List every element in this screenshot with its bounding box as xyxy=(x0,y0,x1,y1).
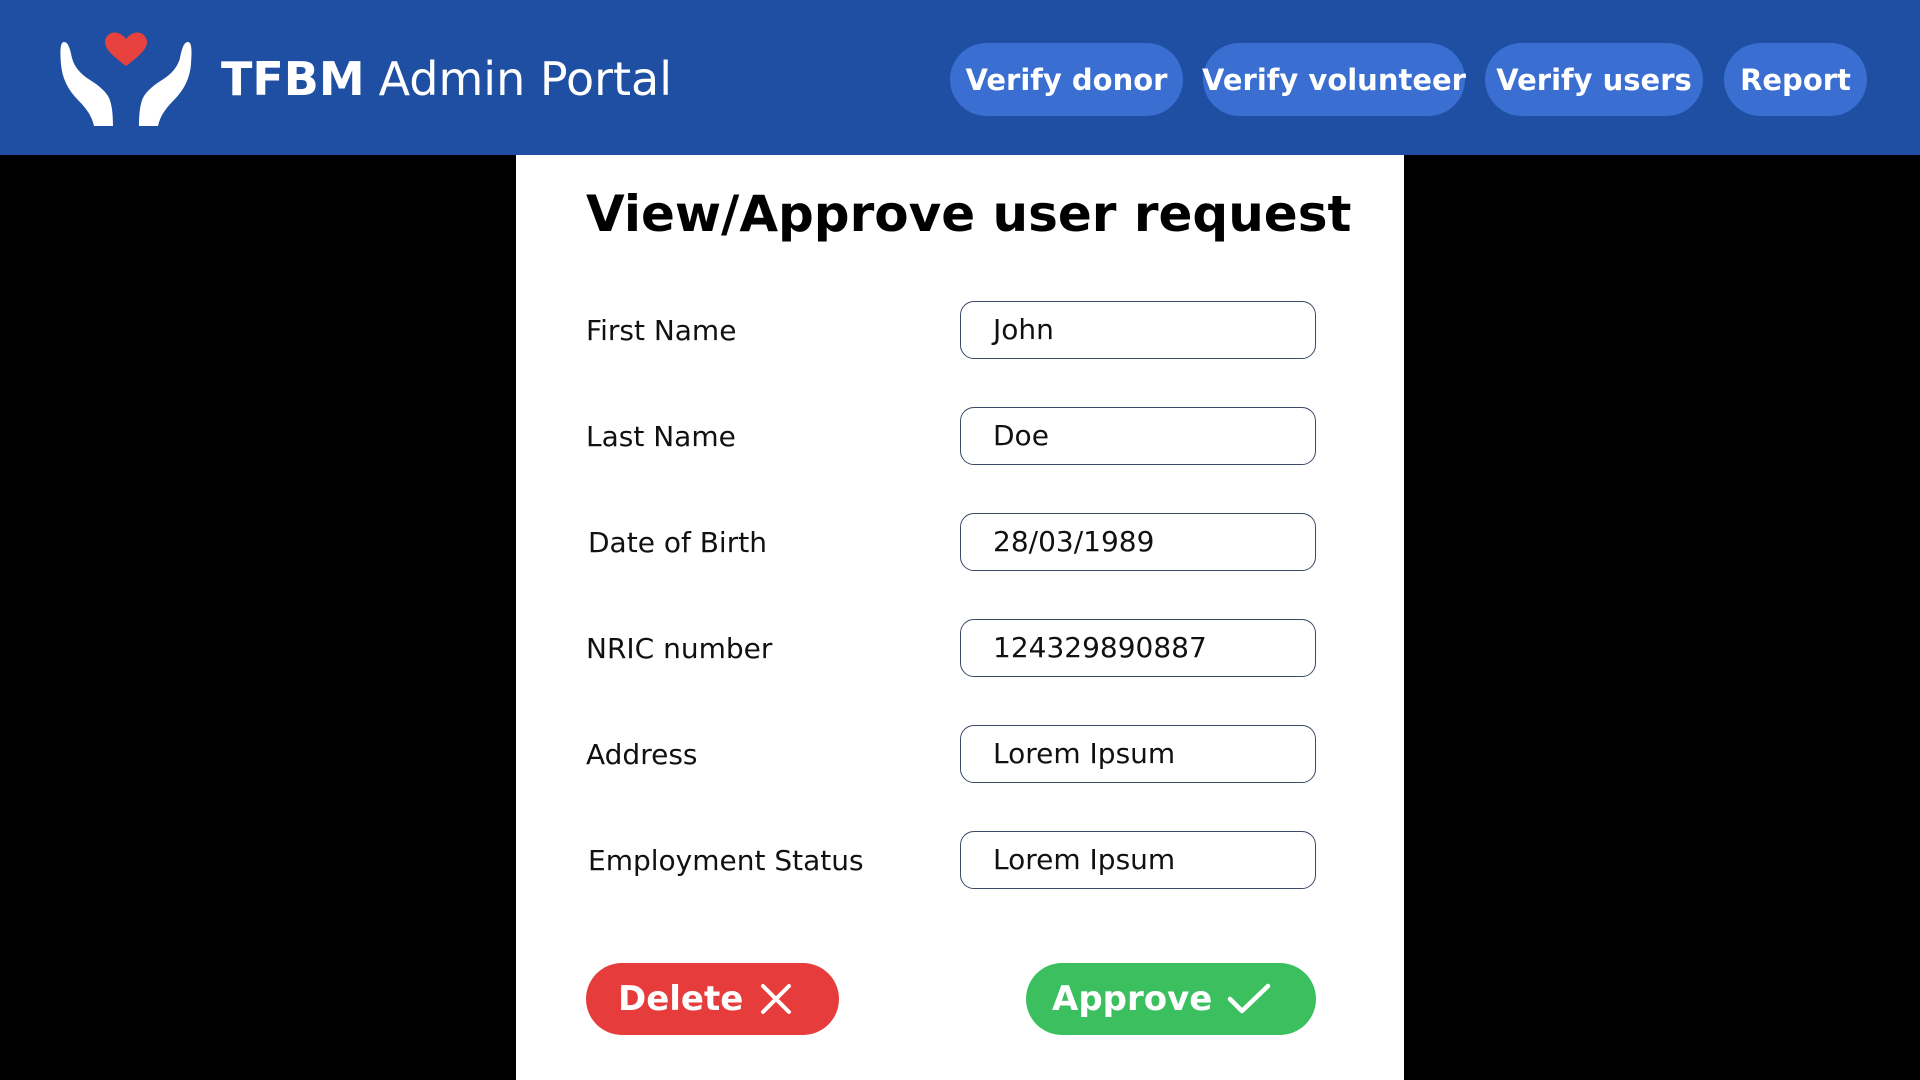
nric-number-field[interactable]: 124329890887 xyxy=(960,619,1316,677)
last-name-field[interactable]: Doe xyxy=(960,407,1316,465)
delete-button-label: Delete xyxy=(618,979,744,1019)
address-label: Address xyxy=(586,738,698,771)
verify-users-button[interactable]: Verify users xyxy=(1485,43,1703,116)
approve-button-label: Approve xyxy=(1052,979,1213,1019)
heart-hands-logo-icon xyxy=(58,28,194,128)
portal-title: TFBM Admin Portal xyxy=(221,46,672,112)
employment-status-label: Employment Status xyxy=(588,844,864,877)
address-field[interactable]: Lorem Ipsum xyxy=(960,725,1316,783)
delete-button[interactable]: Delete xyxy=(586,963,839,1035)
report-button[interactable]: Report xyxy=(1724,43,1867,116)
verify-donor-button[interactable]: Verify donor xyxy=(950,43,1183,116)
first-name-field[interactable]: John xyxy=(960,301,1316,359)
close-icon xyxy=(758,981,794,1017)
top-navigation-bar: TFBM Admin Portal Verify donor Verify vol… xyxy=(0,0,1920,155)
brand-name: TFBM xyxy=(221,52,365,106)
last-name-label: Last Name xyxy=(586,420,736,453)
employment-status-field[interactable]: Lorem Ipsum xyxy=(960,831,1316,889)
checkmark-icon xyxy=(1226,981,1272,1017)
nric-number-label: NRIC number xyxy=(586,632,773,665)
date-of-birth-label: Date of Birth xyxy=(588,526,767,559)
user-request-panel: View/Approve user request First Name Joh… xyxy=(516,155,1404,1080)
approve-button[interactable]: Approve xyxy=(1026,963,1316,1035)
brand-subtitle: Admin Portal xyxy=(378,52,673,106)
date-of-birth-field[interactable]: 28/03/1989 xyxy=(960,513,1316,571)
page-title: View/Approve user request xyxy=(586,185,1352,243)
verify-volunteer-button[interactable]: Verify volunteer xyxy=(1202,43,1466,116)
first-name-label: First Name xyxy=(586,314,737,347)
